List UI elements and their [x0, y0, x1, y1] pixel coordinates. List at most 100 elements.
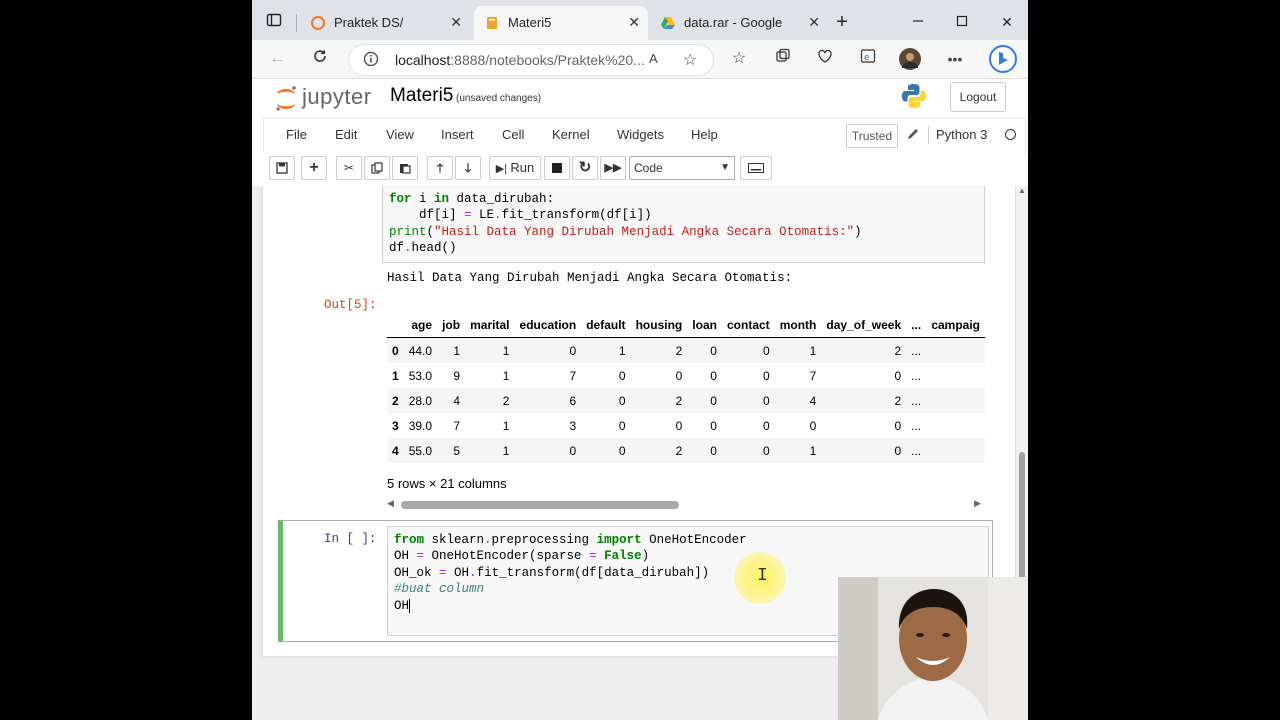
table-cell: 0 — [821, 438, 907, 463]
column-header: month — [774, 312, 822, 338]
tab-praktek-ds[interactable]: Praktek DS/ ✕ — [300, 6, 470, 40]
trusted-indicator[interactable]: Trusted — [846, 124, 898, 148]
run-icon: ▶| — [495, 163, 508, 175]
jupyter-logo-icon[interactable] — [274, 85, 298, 118]
table-cell: 2 — [630, 337, 688, 363]
column-header: contact — [721, 312, 775, 338]
close-tab-icon[interactable]: ✕ — [450, 14, 462, 31]
bing-copilot-icon[interactable] — [988, 44, 1018, 74]
close-tab-icon[interactable]: ✕ — [628, 14, 640, 31]
maximize-icon[interactable] — [952, 12, 972, 32]
menu-edit[interactable]: Edit — [335, 127, 357, 142]
browser-essentials-icon[interactable] — [814, 48, 836, 70]
horizontal-scroll-thumb[interactable] — [401, 501, 679, 509]
table-cell: 44.0 — [403, 337, 438, 363]
table-cell: 39.0 — [408, 418, 433, 433]
scroll-up-icon[interactable]: ▲ — [1018, 186, 1026, 195]
column-header: default — [581, 312, 631, 338]
favorites-icon[interactable]: ☆ — [728, 48, 750, 70]
cell-type-select[interactable]: Code ▼ — [629, 156, 735, 180]
keyboard-icon[interactable] — [740, 156, 772, 180]
string: "Hasil Data Yang Dirubah Menjadi Angka S… — [434, 224, 855, 239]
cut-icon[interactable]: ✂ — [336, 156, 362, 180]
restart-run-all-icon[interactable]: ▶▶ — [600, 156, 626, 180]
info-icon[interactable] — [363, 51, 379, 72]
table-cell: ... — [906, 388, 927, 413]
scroll-right-icon[interactable]: ▶ — [974, 498, 981, 509]
restart-icon[interactable]: ↻ — [572, 156, 598, 180]
op: = — [439, 565, 447, 580]
save-icon[interactable] — [269, 156, 295, 180]
menu-insert[interactable]: Insert — [441, 127, 474, 142]
jupyter-favicon-icon — [310, 15, 326, 31]
more-options-icon[interactable]: ••• — [944, 48, 966, 70]
address-bar[interactable]: localhost:8888/notebooks/Praktek%20... A… — [348, 44, 714, 76]
tab-actions-icon[interactable] — [264, 12, 284, 32]
code-line: OH = OneHotEncoder(sparse = False) — [394, 549, 650, 564]
table-row: 3 39.0 7 1 3 0 0 0 0 0 0 ... — [387, 413, 985, 438]
code-cell-input[interactable]: for i in data_dirubah: df[i] = LE.fit_tr… — [382, 186, 985, 263]
add-favorite-icon[interactable]: ☆ — [683, 50, 697, 70]
move-up-icon[interactable]: 🡑 — [427, 156, 453, 180]
collections-icon[interactable] — [772, 48, 794, 70]
table-cell: 28.0 — [403, 388, 438, 413]
tab-materi5[interactable]: Materi5 ✕ — [474, 6, 648, 40]
table-cell: 0 — [894, 418, 902, 433]
notebook-favicon-icon — [484, 15, 500, 31]
menu-widgets[interactable]: Widgets — [617, 127, 664, 142]
scroll-left-icon[interactable]: ◀ — [387, 498, 394, 509]
table-row: 4 55.0 5 1 0 0 2 0 0 1 0 ... — [387, 438, 985, 463]
menu-cell[interactable]: Cell — [502, 127, 524, 142]
table-cell: 0 — [809, 418, 817, 433]
builtin-print: print — [389, 224, 427, 239]
menu-divider — [928, 126, 929, 144]
ie-mode-icon[interactable]: e — [857, 48, 879, 70]
run-button[interactable]: ▶| Run — [489, 156, 541, 180]
tab-google-drive[interactable]: data.rar - Google Drive ✕ — [650, 6, 828, 40]
jupyter-logo-text[interactable]: jupyter — [302, 84, 372, 110]
paste-icon[interactable] — [392, 156, 418, 180]
table-cell: 0 — [710, 418, 717, 433]
read-aloud-icon[interactable]: A — [649, 51, 658, 66]
minimize-icon[interactable] — [908, 12, 928, 32]
column-header: age — [403, 312, 438, 338]
text-caret — [409, 598, 411, 613]
column-header — [387, 312, 404, 338]
row-index: 1 — [392, 368, 399, 383]
table-cell: 2 — [630, 438, 688, 463]
table-cell: 1 — [465, 438, 515, 463]
refresh-icon[interactable] — [309, 48, 331, 70]
close-window-icon[interactable]: ✕ — [997, 12, 1017, 32]
interrupt-icon[interactable] — [544, 156, 570, 180]
insert-cell-icon[interactable]: + — [301, 156, 327, 180]
row-index: 0 — [387, 337, 404, 363]
menu-view[interactable]: View — [386, 127, 414, 142]
python-logo-icon — [900, 82, 928, 115]
profile-avatar[interactable] — [899, 48, 921, 70]
table-cell: 7 — [809, 368, 817, 383]
table-cell: 0 — [581, 388, 631, 413]
table-cell: 0 — [514, 337, 582, 363]
keyword-in: in — [434, 192, 450, 206]
logout-button[interactable]: Logout — [950, 82, 1006, 112]
table-cell: 0 — [721, 438, 775, 463]
keyword-for: for — [389, 192, 412, 206]
new-tab-icon[interactable]: + — [832, 12, 852, 32]
menu-file[interactable]: File — [286, 127, 307, 142]
column-header: housing — [630, 312, 688, 338]
edit-pencil-icon[interactable] — [906, 127, 920, 146]
dataframe-shape: 5 rows × 21 columns — [387, 476, 507, 491]
table-cell: 0 — [618, 418, 626, 433]
table-cell: 0 — [721, 388, 775, 413]
menu-kernel[interactable]: Kernel — [552, 127, 590, 142]
table-cell — [926, 363, 985, 388]
menu-help[interactable]: Help — [691, 127, 718, 142]
kernel-name[interactable]: Python 3 — [936, 127, 987, 142]
output-horizontal-scrollbar[interactable]: ◀ ▶ — [387, 498, 985, 512]
move-down-icon[interactable]: 🡓 — [455, 156, 481, 180]
notebook-name[interactable]: Materi5 — [390, 85, 453, 107]
back-icon[interactable]: ← — [266, 48, 288, 70]
close-tab-icon[interactable]: ✕ — [808, 14, 820, 31]
copy-icon[interactable] — [364, 156, 390, 180]
url-text: localhost:8888/notebooks/Praktek%20... — [395, 52, 645, 68]
